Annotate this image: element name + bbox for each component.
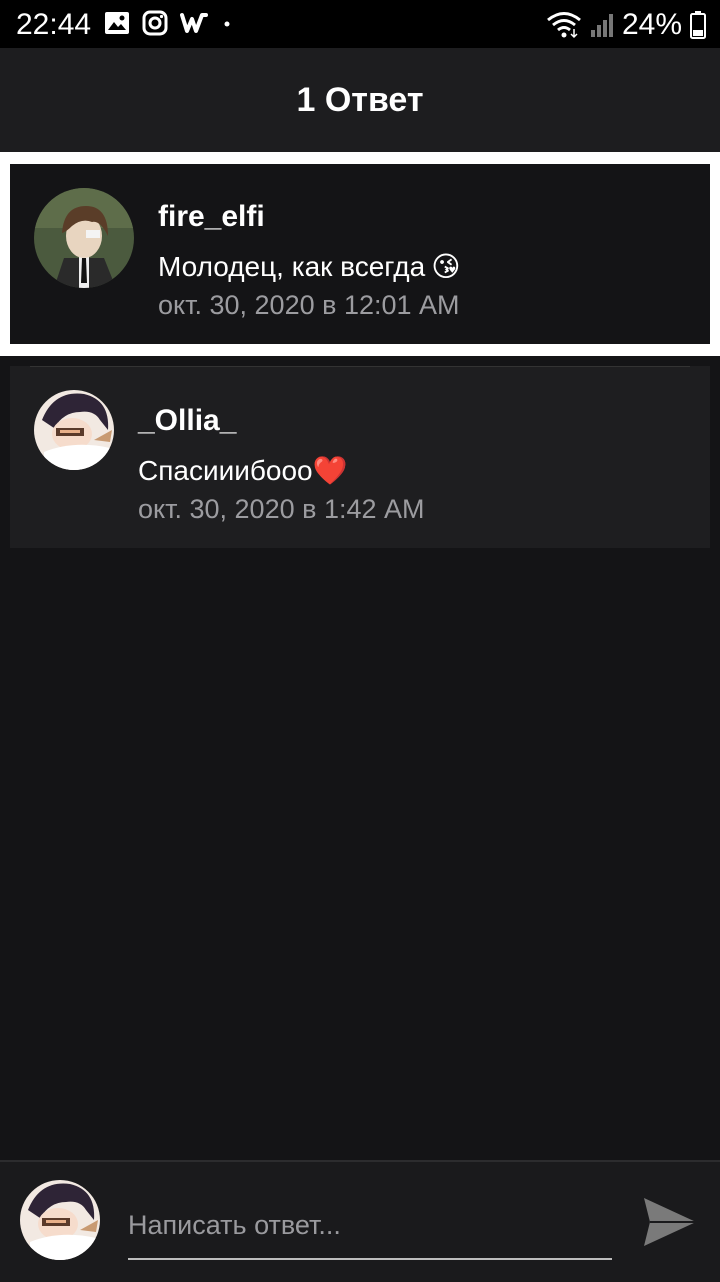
wifi-icon — [547, 12, 581, 39]
send-button[interactable] — [640, 1192, 700, 1252]
kiss-emoji-icon: 😘 — [431, 251, 461, 282]
reply-timestamp: окт. 30, 2020 в 1:42 AM — [138, 494, 425, 524]
status-time: 22:44 — [16, 8, 92, 41]
comment-timestamp: окт. 30, 2020 в 12:01 AM — [158, 290, 460, 320]
avatar[interactable] — [34, 188, 134, 288]
notification-icons — [104, 10, 232, 36]
comment-message: Молодец, как всегда 😘 — [158, 250, 460, 283]
send-icon — [644, 1198, 696, 1246]
reply-comment[interactable]: _Ollia_ Спасииибооо ❤️ окт. 30, 2020 в 1… — [10, 366, 710, 548]
signal-icon — [590, 14, 613, 37]
reply-input[interactable] — [128, 1192, 612, 1260]
avatar[interactable] — [34, 390, 114, 470]
parent-comment[interactable]: fire_elfi Молодец, как всегда 😘 окт. 30,… — [10, 164, 710, 344]
battery-percent: 24% — [621, 8, 682, 41]
page-header: 1 Ответ — [0, 48, 720, 152]
battery-icon — [690, 11, 706, 39]
image-icon — [105, 12, 129, 34]
dot-icon — [224, 21, 230, 27]
comment-username[interactable]: fire_elfi — [158, 200, 265, 234]
status-bar: 22:44 24% — [0, 0, 720, 48]
comment-text: Молодец, как всегда — [158, 250, 426, 282]
status-right: 24% — [546, 8, 706, 42]
reply-composer — [0, 1160, 720, 1282]
reply-text: Спасииибооо — [138, 454, 313, 486]
divider — [30, 366, 690, 367]
reply-username[interactable]: _Ollia_ — [138, 404, 236, 438]
heart-emoji-icon: ❤️ — [312, 455, 348, 486]
reply-message: Спасииибооо ❤️ — [138, 454, 348, 487]
user-avatar — [20, 1180, 100, 1260]
page-title: 1 Ответ — [296, 80, 424, 119]
wattpad-icon — [180, 13, 208, 33]
instagram-icon — [142, 10, 168, 36]
parent-comment-highlight: fire_elfi Молодец, как всегда 😘 окт. 30,… — [0, 152, 720, 356]
